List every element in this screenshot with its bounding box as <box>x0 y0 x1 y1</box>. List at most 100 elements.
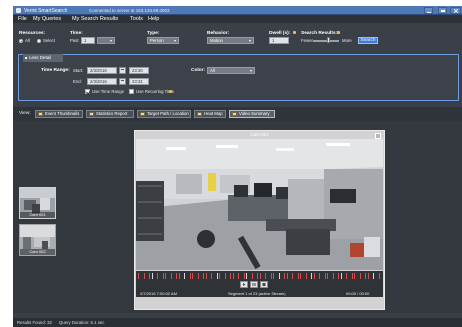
event-marker[interactable] <box>165 273 167 279</box>
results-slider-thumb[interactable] <box>327 37 330 43</box>
event-marker[interactable] <box>246 273 247 279</box>
event-marker[interactable] <box>378 273 380 279</box>
menu-file[interactable]: File <box>18 16 27 22</box>
event-marker[interactable] <box>219 273 221 279</box>
event-marker[interactable] <box>273 273 275 279</box>
search-button[interactable]: Search <box>358 37 378 44</box>
event-marker[interactable] <box>151 273 153 279</box>
event-marker[interactable] <box>216 273 218 279</box>
event-marker[interactable] <box>138 273 140 279</box>
maximize-button[interactable] <box>438 7 447 14</box>
event-marker[interactable] <box>230 273 232 279</box>
event-marker[interactable] <box>170 273 172 279</box>
event-marker[interactable] <box>367 273 369 279</box>
event-marker[interactable] <box>278 273 280 279</box>
thumbnail-item[interactable]: Cam 002 <box>19 224 56 256</box>
event-marker[interactable] <box>373 273 374 279</box>
event-marker[interactable] <box>162 273 164 279</box>
event-marker[interactable] <box>259 273 261 279</box>
status-bar: Results Found: 32 Query Duration: 5.1 se… <box>13 318 462 327</box>
event-marker[interactable] <box>178 273 180 279</box>
event-marker[interactable] <box>305 273 307 279</box>
pause-button[interactable] <box>250 281 258 288</box>
end-time-field[interactable]: 23:31 <box>129 78 149 85</box>
tab-heat-map[interactable]: Heat Map <box>194 110 226 118</box>
event-marker[interactable] <box>327 273 329 279</box>
dwell-help-icon[interactable] <box>293 31 296 34</box>
less-detail-tab[interactable]: Less Detail <box>23 54 63 62</box>
event-marker[interactable] <box>319 273 321 279</box>
event-marker[interactable] <box>211 273 213 279</box>
use-recurring-checkbox[interactable] <box>129 89 134 94</box>
event-marker[interactable] <box>346 273 348 279</box>
event-marker[interactable] <box>324 273 326 279</box>
dwell-field[interactable]: 1 <box>269 37 289 44</box>
event-marker[interactable] <box>359 273 361 279</box>
start-time-field[interactable]: 23:30 <box>129 67 149 74</box>
video-start-time: 2/7/2016 7:00:02 AM <box>140 291 177 296</box>
resources-select-radio[interactable] <box>37 39 41 43</box>
event-marker[interactable] <box>176 273 178 279</box>
thumbnail-item[interactable]: Cam 001 <box>19 187 56 219</box>
event-marker[interactable] <box>149 273 151 279</box>
event-marker[interactable] <box>300 273 302 279</box>
color-dropdown[interactable]: All <box>207 67 255 74</box>
play-button[interactable] <box>240 281 248 288</box>
event-marker[interactable] <box>351 273 353 279</box>
time-value-field[interactable]: 1 <box>81 37 95 44</box>
event-marker[interactable] <box>311 273 312 279</box>
event-marker[interactable] <box>284 273 286 279</box>
menu-my-queries[interactable]: My Queries <box>33 16 61 22</box>
results-slider[interactable] <box>313 40 339 42</box>
event-marker[interactable] <box>197 273 199 279</box>
event-marker-track[interactable] <box>138 273 381 279</box>
event-marker[interactable] <box>184 273 185 279</box>
event-marker[interactable] <box>192 273 194 279</box>
event-marker[interactable] <box>143 273 145 279</box>
tab-statistics-report[interactable]: Statistics Report <box>86 110 134 118</box>
resources-all-radio[interactable] <box>19 39 23 43</box>
end-calendar-icon[interactable] <box>119 78 126 85</box>
event-marker[interactable] <box>297 273 299 279</box>
event-marker[interactable] <box>338 273 340 279</box>
time-unit-dropdown[interactable] <box>97 37 115 44</box>
behavior-dropdown[interactable]: Motion <box>207 37 254 44</box>
event-marker[interactable] <box>340 273 342 279</box>
stop-button[interactable] <box>260 281 268 288</box>
use-time-range-checkbox[interactable] <box>85 89 90 94</box>
event-marker[interactable] <box>257 273 259 279</box>
start-date-field[interactable]: 2/3/2016 <box>87 67 117 74</box>
video-frame <box>136 139 383 270</box>
menu-help[interactable]: Help <box>148 16 159 22</box>
video-player[interactable]: Cam 001 2/7/2016 7:00:02 AM Segment 1 of… <box>134 130 385 310</box>
results-help-icon[interactable] <box>337 31 340 34</box>
tab-target-path[interactable]: Target Path / Location <box>137 110 191 118</box>
event-marker[interactable] <box>332 273 334 279</box>
event-marker[interactable] <box>232 273 234 279</box>
close-button[interactable] <box>450 7 461 14</box>
start-calendar-icon[interactable] <box>119 67 126 74</box>
recurring-help-icon[interactable] <box>169 90 172 93</box>
event-marker[interactable] <box>203 273 205 279</box>
event-marker[interactable] <box>238 273 240 279</box>
event-marker[interactable] <box>189 273 191 279</box>
event-marker[interactable] <box>286 273 288 279</box>
event-marker[interactable] <box>292 273 294 279</box>
menu-tools[interactable]: Tools <box>130 16 143 22</box>
tab-video-summary[interactable]: Video Summary <box>229 110 275 118</box>
event-marker[interactable] <box>224 273 226 279</box>
event-marker[interactable] <box>313 273 315 279</box>
event-marker[interactable] <box>365 273 367 279</box>
tab-event-thumbnails[interactable]: Event Thumbnails <box>35 110 83 118</box>
minimize-button[interactable] <box>424 7 433 14</box>
event-marker[interactable] <box>251 273 253 279</box>
event-marker[interactable] <box>270 273 272 279</box>
type-dropdown[interactable]: Person <box>147 37 179 44</box>
menu-my-search-results[interactable]: My Search Results <box>72 16 118 22</box>
event-marker[interactable] <box>354 273 356 279</box>
end-date-field[interactable]: 2/3/2016 <box>87 78 117 85</box>
event-marker[interactable] <box>243 273 245 279</box>
event-marker[interactable] <box>265 273 267 279</box>
event-marker[interactable] <box>157 273 159 279</box>
event-marker[interactable] <box>205 273 207 279</box>
